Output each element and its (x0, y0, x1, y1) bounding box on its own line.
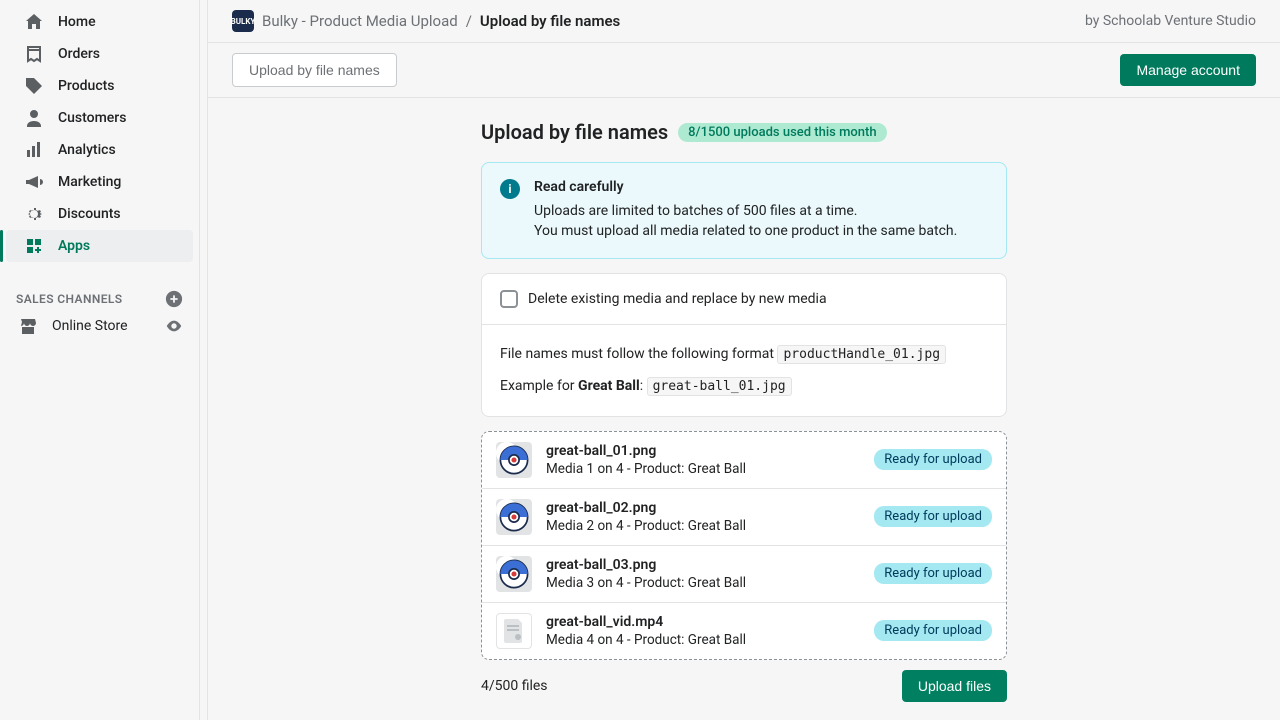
apps-icon (24, 236, 44, 256)
nav-label: Products (58, 78, 115, 94)
file-row: great-ball_02.png Media 2 on 4 - Product… (482, 488, 1006, 545)
channel-label: Online Store (52, 318, 128, 334)
nav-label: Customers (58, 110, 126, 126)
title-row: Upload by file names 8/1500 uploads used… (481, 120, 1007, 144)
image-thumb-icon (496, 556, 532, 592)
breadcrumb-page: Upload by file names (480, 12, 620, 30)
file-meta: Media 3 on 4 - Product: Great Ball (546, 575, 860, 591)
status-badge: Ready for upload (874, 620, 992, 641)
sidebar-gutter (200, 0, 208, 720)
store-icon (18, 316, 38, 336)
add-channel-icon[interactable] (165, 290, 183, 308)
gear-icon (24, 204, 44, 224)
main-region: BULKY Bulky - Product Media Upload / Upl… (208, 0, 1280, 720)
nav-label: Orders (58, 46, 100, 62)
info-icon: i (500, 179, 520, 199)
format-pattern: productHandle_01.jpg (777, 345, 946, 364)
sales-channels-header: SALES CHANNELS (0, 290, 199, 308)
info-callout: i Read carefully Uploads are limited to … (481, 162, 1007, 259)
nav-home[interactable]: Home (6, 6, 193, 38)
home-icon (24, 12, 44, 32)
file-name: great-ball_03.png (546, 557, 860, 573)
file-row: great-ball_03.png Media 3 on 4 - Product… (482, 545, 1006, 602)
person-icon (24, 108, 44, 128)
byline: by Schoolab Venture Studio (1085, 13, 1256, 29)
status-badge: Ready for upload (874, 563, 992, 584)
panel: Upload by file names 8/1500 uploads used… (481, 120, 1007, 700)
file-row: great-ball_01.png Media 1 on 4 - Product… (482, 432, 1006, 488)
nav-customers[interactable]: Customers (6, 102, 193, 134)
context-button[interactable]: Upload by file names (232, 53, 397, 87)
nav-marketing[interactable]: Marketing (6, 166, 193, 198)
chart-icon (24, 140, 44, 160)
image-thumb-icon (496, 442, 532, 478)
eye-icon[interactable] (165, 317, 183, 335)
info-line1: Uploads are limited to batches of 500 fi… (534, 201, 957, 221)
app-logo-icon: BULKY (232, 10, 254, 32)
video-thumb-icon (496, 613, 532, 649)
upload-files-button[interactable]: Upload files (902, 670, 1007, 702)
info-heading: Read carefully (534, 179, 957, 195)
footer-row: 4/500 files Upload files (481, 670, 1007, 702)
breadcrumb: BULKY Bulky - Product Media Upload / Upl… (232, 10, 620, 32)
image-thumb-icon (496, 499, 532, 535)
format-example: Example for Great Ball: great-ball_01.jp… (500, 373, 988, 400)
info-line2: You must upload all media related to one… (534, 221, 957, 241)
orders-icon (24, 44, 44, 64)
checkbox-label: Delete existing media and replace by new… (528, 291, 827, 307)
nav-label: Home (58, 14, 96, 30)
usage-badge: 8/1500 uploads used this month (678, 123, 886, 142)
nav-analytics[interactable]: Analytics (6, 134, 193, 166)
section-title: SALES CHANNELS (16, 292, 123, 306)
nav-label: Apps (58, 238, 90, 254)
file-name: great-ball_01.png (546, 443, 860, 459)
nav-products[interactable]: Products (6, 70, 193, 102)
file-drop-zone[interactable]: great-ball_01.png Media 1 on 4 - Product… (481, 431, 1007, 660)
options-card: Delete existing media and replace by new… (481, 273, 1007, 417)
file-row: great-ball_vid.mp4 Media 4 on 4 - Produc… (482, 602, 1006, 659)
replace-media-checkbox[interactable]: Delete existing media and replace by new… (500, 290, 988, 308)
format-instruction: File names must follow the following for… (500, 341, 988, 368)
nav-orders[interactable]: Orders (6, 38, 193, 70)
nav-label: Marketing (58, 174, 121, 190)
channel-online-store[interactable]: Online Store (0, 308, 199, 344)
checkbox-icon (500, 290, 518, 308)
file-name: great-ball_vid.mp4 (546, 614, 860, 630)
file-meta: Media 4 on 4 - Product: Great Ball (546, 632, 860, 648)
sidebar: Home Orders Products Customers Analytics… (0, 0, 200, 720)
status-badge: Ready for upload (874, 506, 992, 527)
file-count: 4/500 files (481, 678, 548, 694)
file-name: great-ball_02.png (546, 500, 860, 516)
nav-apps[interactable]: Apps (6, 230, 193, 262)
page-title: Upload by file names (481, 120, 668, 144)
nav-label: Discounts (58, 206, 121, 222)
tag-icon (24, 76, 44, 96)
breadcrumb-sep: / (466, 12, 472, 30)
manage-account-button[interactable]: Manage account (1120, 54, 1256, 86)
subbar: Upload by file names Manage account (208, 43, 1280, 98)
file-meta: Media 1 on 4 - Product: Great Ball (546, 461, 860, 477)
format-example-file: great-ball_01.jpg (647, 377, 792, 396)
nav-discounts[interactable]: Discounts (6, 198, 193, 230)
status-badge: Ready for upload (874, 449, 992, 470)
nav-label: Analytics (58, 142, 116, 158)
topbar: BULKY Bulky - Product Media Upload / Upl… (208, 0, 1280, 43)
megaphone-icon (24, 172, 44, 192)
content: Upload by file names 8/1500 uploads used… (208, 98, 1280, 720)
breadcrumb-app[interactable]: Bulky - Product Media Upload (262, 12, 458, 30)
file-meta: Media 2 on 4 - Product: Great Ball (546, 518, 860, 534)
